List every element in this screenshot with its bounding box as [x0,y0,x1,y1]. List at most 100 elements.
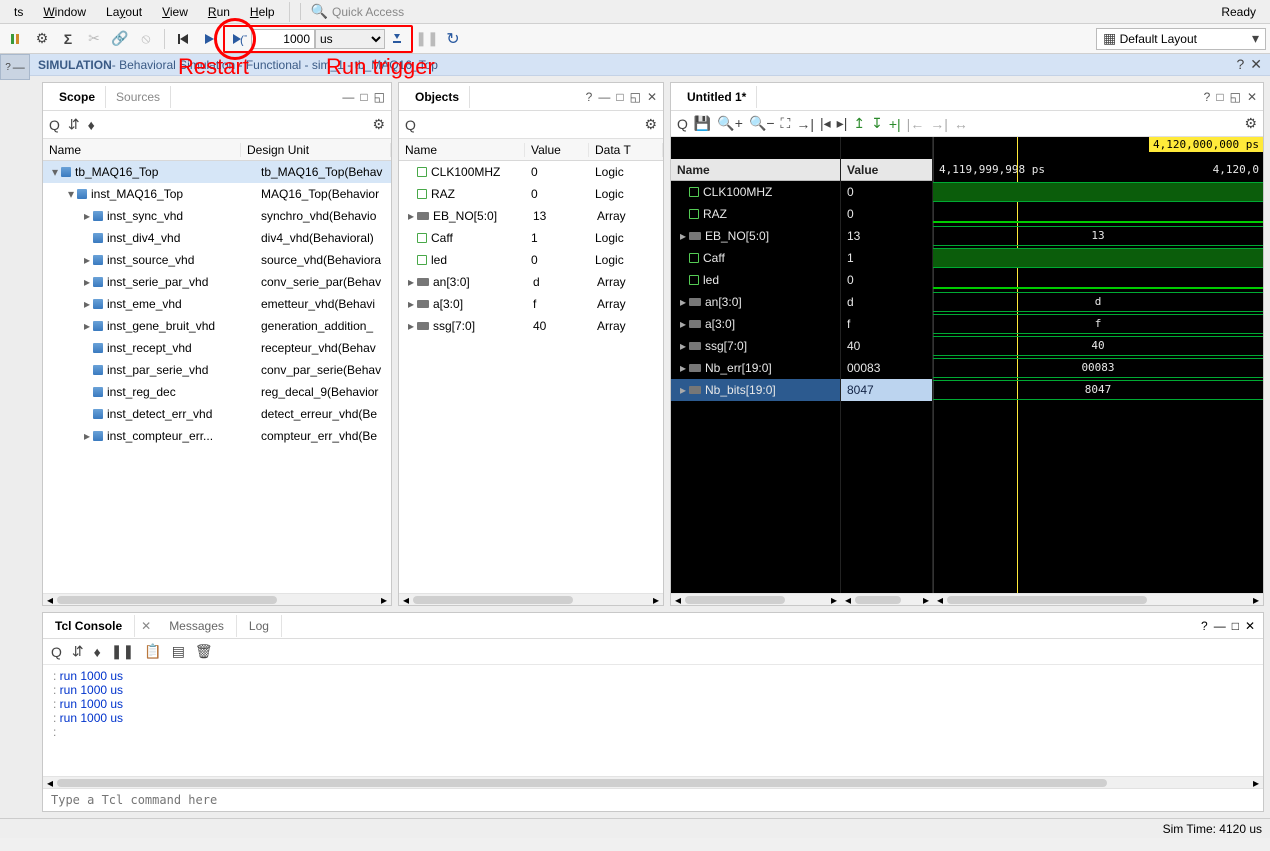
wave-signal-value[interactable]: 0 [841,203,932,225]
add-sources-icon[interactable] [4,27,28,51]
wave-lane[interactable]: 40 [933,336,1263,356]
wave-lane[interactable]: 13 [933,226,1263,246]
tab-log[interactable]: Log [237,615,282,637]
search-icon[interactable]: Q [405,117,416,133]
restore-icon[interactable]: ◱ [374,90,385,104]
menu-run[interactable]: Run [198,3,240,21]
scope-row[interactable]: inst_detect_err_vhddetect_erreur_vhd(Be [43,403,391,425]
wave-signal-name[interactable]: ▸an[3:0] [671,291,840,313]
scope-row[interactable]: ▸inst_serie_par_vhdconv_serie_par(Behav [43,271,391,293]
swap-icon[interactable]: ↔ [954,116,968,132]
wave-signal-name[interactable]: ▸EB_NO[5:0] [671,225,840,247]
zoom-fit-icon[interactable]: ⛶ [781,115,791,132]
wave-lane[interactable]: f [933,314,1263,334]
collapse-icon[interactable]: ⇵ [68,116,80,133]
float-icon[interactable]: ◱ [1230,90,1241,104]
maximize-icon[interactable]: □ [1232,619,1239,633]
tab-messages[interactable]: Messages [157,615,237,637]
scope-row[interactable]: ▸inst_eme_vhdemetteur_vhd(Behavi [43,293,391,315]
scope-row[interactable]: ▸inst_gene_bruit_vhdgeneration_addition_ [43,315,391,337]
close-icon[interactable]: ✕ [1245,619,1255,633]
wave-lane[interactable] [933,182,1263,202]
maximize-icon[interactable]: □ [360,90,367,104]
zoom-out-icon[interactable]: 🔍− [749,115,775,132]
cancel-icon[interactable]: ⦸ [134,27,158,51]
wave-lane[interactable]: 8047 [933,380,1263,400]
next-transition-icon[interactable]: ↧ [871,115,883,132]
wave-values[interactable]: Value 001310df40000838047 [841,137,933,593]
wave-signal-value[interactable]: d [841,291,932,313]
objects-row[interactable]: CLK100MHZ0Logic [399,161,663,183]
run-all-button[interactable] [197,27,221,51]
wave-signal-value[interactable]: 00083 [841,357,932,379]
scope-row[interactable]: ▾inst_MAQ16_TopMAQ16_Top(Behavior [43,183,391,205]
wave-signal-value[interactable]: 1 [841,247,932,269]
wave-signal-name[interactable]: RAZ [671,203,840,225]
help-icon[interactable]: ? [1236,56,1244,73]
console-output[interactable]: : run 1000 us: run 1000 us: run 1000 us:… [43,665,1263,776]
cut-icon[interactable]: ✂ [82,27,106,51]
col-design-unit[interactable]: Design Unit [241,143,391,157]
layout-select[interactable]: ▦ Default Layout ▾ [1096,28,1266,50]
scope-tree[interactable]: ▾tb_MAQ16_Toptb_MAQ16_Top(Behav▾inst_MAQ… [43,161,391,593]
tcl-input[interactable] [51,793,1255,807]
objects-row[interactable]: ▸ssg[7:0]40Array [399,315,663,337]
quick-access[interactable]: 🔍 Quick Access [300,3,404,20]
scope-row[interactable]: inst_reg_decreg_decal_9(Behavior [43,381,391,403]
settings-icon[interactable]: ⚙ [30,27,54,51]
menu-help[interactable]: Help [240,3,285,21]
console-hscroll[interactable]: ◂▸ [43,776,1263,788]
maximize-icon[interactable]: □ [1216,90,1223,104]
wave-signal-value[interactable]: f [841,313,932,335]
copy-icon[interactable]: 📋 [144,643,161,660]
help-icon[interactable]: ? [1204,90,1211,104]
tab-tcl-console[interactable]: Tcl Console [43,615,135,637]
minimize-icon[interactable]: — [342,90,354,104]
wave-signal-name[interactable]: CLK100MHZ [671,181,840,203]
maximize-icon[interactable]: □ [616,90,623,104]
close-icon[interactable]: ✕ [1250,56,1262,73]
wval-hscroll[interactable]: ◂▸ [841,593,933,605]
collapse-icon[interactable]: ⇵ [72,643,84,660]
objects-hscroll[interactable]: ◂▸ [399,593,663,605]
col-datatype[interactable]: Data T [589,143,663,157]
wname-hscroll[interactable]: ◂▸ [671,593,841,605]
clear-icon[interactable]: 🗑 [195,643,213,660]
step-button[interactable] [385,27,409,51]
scope-row[interactable]: inst_recept_vhdrecepteur_vhd(Behav [43,337,391,359]
close-icon[interactable]: ✕ [1247,90,1257,104]
gear-icon[interactable]: ⚙ [1244,115,1257,132]
pause-icon[interactable]: ❚❚ [415,27,439,51]
minimize-icon[interactable]: — [598,90,610,104]
wave-signal-value[interactable]: 40 [841,335,932,357]
wave-lane[interactable]: 00083 [933,358,1263,378]
wave-signal-name[interactable]: ▸Nb_err[19:0] [671,357,840,379]
expand-icon[interactable]: ♦ [94,644,101,660]
col-name[interactable]: Name [399,143,525,157]
sigma-icon[interactable]: Σ [56,27,80,51]
wave-signal-name[interactable]: ▸a[3:0] [671,313,840,335]
col-value[interactable]: Value [525,143,589,157]
scope-row[interactable]: ▾tb_MAQ16_Toptb_MAQ16_Top(Behav [43,161,391,183]
wave-lane[interactable] [933,221,1263,223]
wave-signal-name[interactable]: Caff [671,247,840,269]
float-icon[interactable]: ◱ [630,90,641,104]
zoom-in-icon[interactable]: 🔍+ [717,115,743,132]
objects-row[interactable]: ▸an[3:0]dArray [399,271,663,293]
help-icon[interactable]: ? [1201,619,1208,633]
prev-transition-icon[interactable]: ↥ [853,115,865,132]
wave-names[interactable]: Name CLK100MHZ RAZ▸EB_NO[5:0] Caff led▸a… [671,137,841,593]
scope-row[interactable]: inst_par_serie_vhdconv_par_serie(Behav [43,359,391,381]
wave-lane[interactable]: d [933,292,1263,312]
help-icon[interactable]: ? [586,90,593,104]
wave-signal-name[interactable]: ▸Nb_bits[19:0] [671,379,840,401]
wave-signal-name[interactable]: led [671,269,840,291]
menu-window[interactable]: Window [33,3,96,21]
tab-close-icon[interactable]: ✕ [135,619,157,633]
restart-button[interactable] [171,27,195,51]
scope-row[interactable]: inst_div4_vhddiv4_vhd(Behavioral) [43,227,391,249]
add-marker-icon[interactable]: +| [889,116,901,132]
minimize-icon[interactable]: — [1214,619,1226,633]
prev-marker-icon[interactable]: |← [907,116,925,132]
scope-row[interactable]: ▸inst_sync_vhdsynchro_vhd(Behavio [43,205,391,227]
